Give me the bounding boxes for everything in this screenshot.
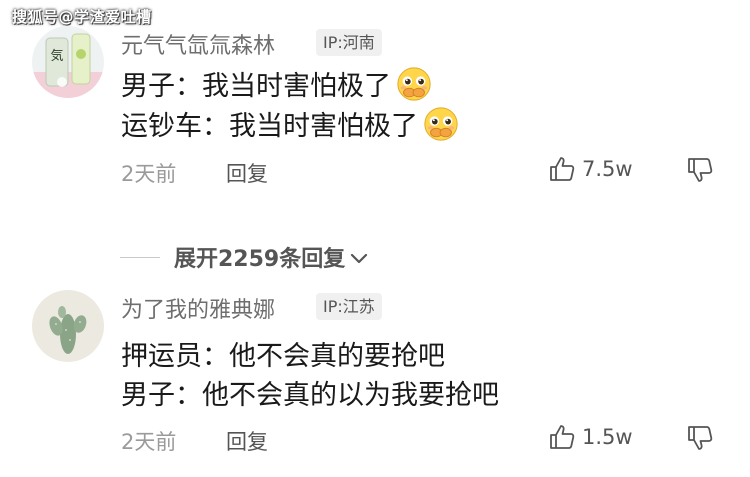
comment-text: 男子：他不会真的以为我要抢吧	[121, 380, 499, 411]
ip-location-badge: IP:江苏	[316, 293, 382, 320]
chevron-down-icon	[351, 253, 368, 264]
comment-text: 押运员：他不会真的要抢吧	[121, 341, 445, 372]
dislike-button[interactable]	[686, 424, 714, 456]
thumbs-up-icon	[550, 425, 575, 449]
comment-text-line: 男子：他不会真的以为我要抢吧	[121, 373, 499, 412]
comment-text: 男子：我当时害怕极了	[121, 71, 391, 102]
cactus-avatar-icon	[32, 290, 104, 362]
expand-replies-button[interactable]: 展开2259条回复	[120, 242, 369, 272]
comment-text-line: 押运员：他不会真的要抢吧	[121, 334, 445, 373]
comment-text: 运钞车：我当时害怕极了	[121, 111, 418, 142]
thumbs-down-icon	[688, 158, 713, 182]
avatar[interactable]: 気	[32, 26, 104, 98]
like-button[interactable]: 7.5w	[548, 155, 633, 183]
covering-mouth-face-emoji-icon	[424, 106, 458, 141]
like-button[interactable]: 1.5w	[548, 423, 633, 451]
thumbs-up-icon	[550, 157, 575, 181]
divider	[120, 256, 160, 258]
covering-mouth-face-emoji-icon	[397, 66, 431, 101]
timestamp: 2天前	[121, 430, 177, 454]
comment-item: 気 元气气氙氚森林 IP:河南 男子：我当时害怕极了 运钞车：我当时害怕极了 2…	[0, 16, 750, 272]
avatar[interactable]	[32, 290, 104, 362]
thumbs-down-icon	[688, 426, 713, 450]
timestamp: 2天前	[121, 162, 177, 186]
username[interactable]: 为了我的雅典娜	[121, 292, 275, 324]
username[interactable]: 元气气氙氚森林	[121, 28, 275, 60]
comment-item: 为了我的雅典娜 IP:江苏 押运员：他不会真的要抢吧 男子：他不会真的以为我要抢…	[0, 282, 750, 472]
reply-button[interactable]: 回复	[226, 426, 268, 456]
ip-location-badge: IP:河南	[316, 29, 382, 56]
dislike-button[interactable]	[686, 156, 714, 188]
comment-text-line: 男子：我当时害怕极了	[121, 64, 433, 103]
comment-text-line: 运钞车：我当时害怕极了	[121, 104, 460, 143]
expand-replies-label: 展开2259条回复	[174, 247, 346, 272]
like-count: 7.5w	[582, 157, 633, 181]
svg-text:気: 気	[50, 48, 63, 64]
like-count: 1.5w	[582, 425, 633, 449]
drink-bottle-avatar-icon: 気	[32, 26, 104, 98]
reply-button[interactable]: 回复	[226, 158, 268, 188]
